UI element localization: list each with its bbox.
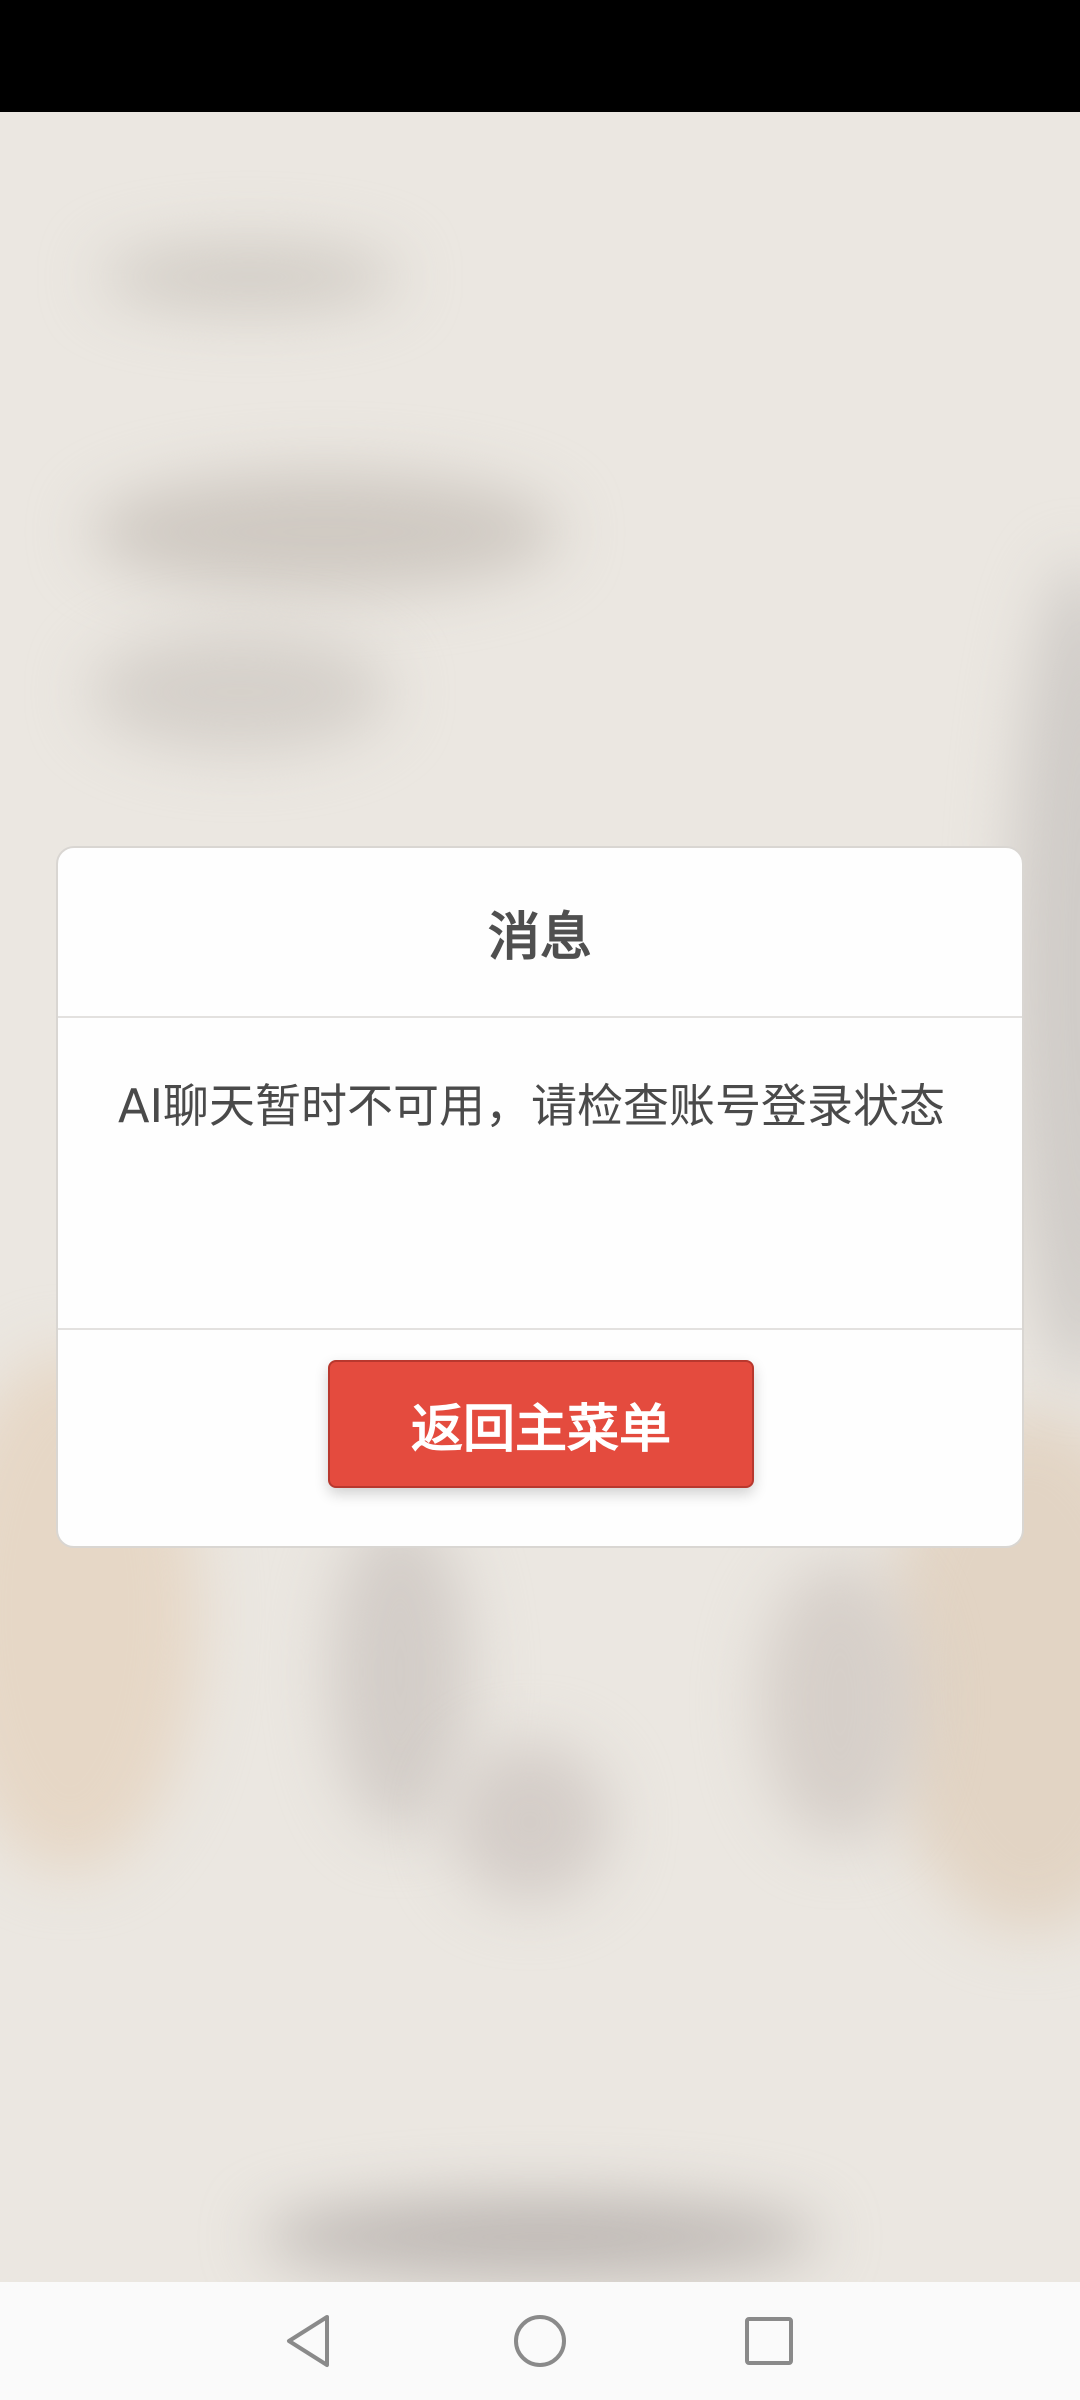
back-button[interactable] — [272, 2304, 346, 2378]
home-icon — [514, 2315, 566, 2367]
recents-icon — [745, 2317, 793, 2365]
dialog-divider-top — [58, 1016, 1022, 1018]
navigation-bar — [0, 2282, 1080, 2400]
back-icon — [287, 2315, 329, 2367]
home-button[interactable] — [503, 2304, 577, 2378]
return-main-menu-button[interactable]: 返回主菜单 — [328, 1360, 754, 1488]
dialog-title: 消息 — [487, 907, 592, 968]
dialog-message: AI聊天暂时不可用，请检查账号登录状态 — [118, 1079, 946, 1133]
recents-button[interactable] — [732, 2304, 806, 2378]
status-bar — [0, 0, 1080, 112]
message-dialog: 消息 AI聊天暂时不可用，请检查账号登录状态 返回主菜单 — [56, 846, 1024, 1548]
dialog-divider-bottom — [58, 1328, 1022, 1330]
